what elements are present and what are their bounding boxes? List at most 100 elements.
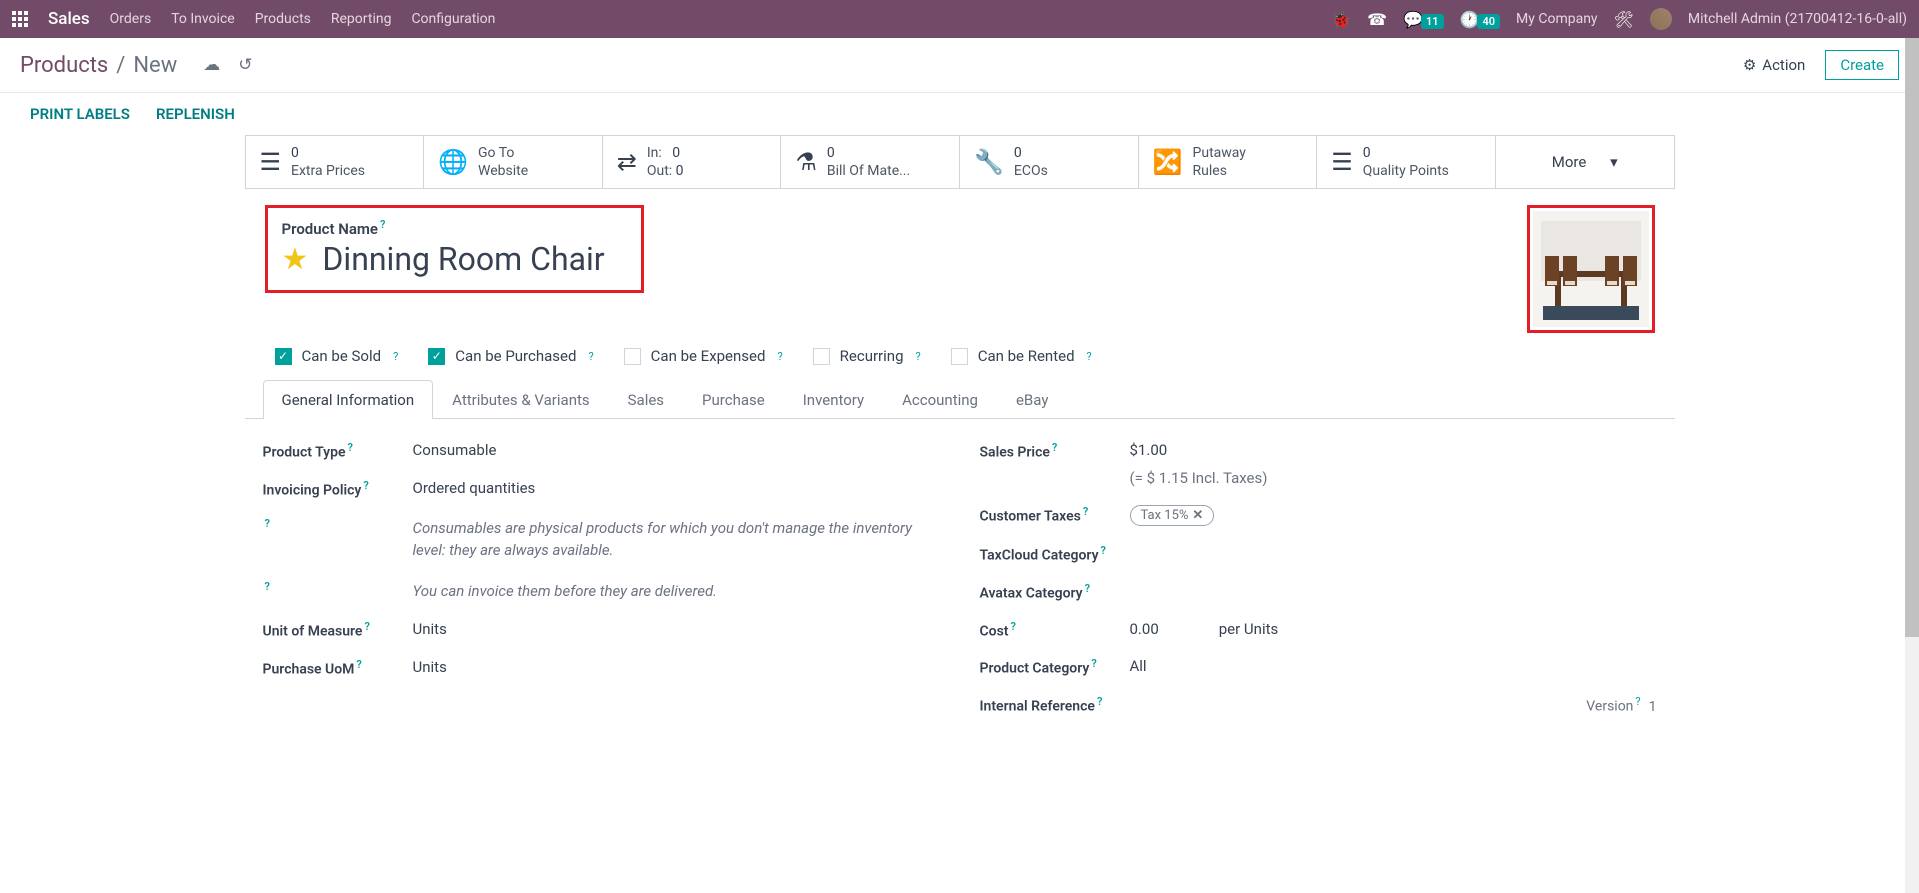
stat-more[interactable]: More ▾ [1496,136,1674,188]
support-icon[interactable]: ☎ [1367,10,1387,29]
label-uom: Unit of Measure? [263,620,413,640]
help-icon[interactable]: ? [1085,582,1090,595]
label-cost: Cost? [980,620,1130,640]
checkbox-can-be-rented[interactable]: Can be Rented? [951,347,1092,365]
help-icon[interactable]: ? [916,350,921,363]
nav-reporting[interactable]: Reporting [331,11,392,27]
product-image[interactable] [1533,211,1649,327]
caret-down-icon: ▾ [1610,153,1618,171]
stat-ecos[interactable]: 🔧 0ECOs [960,136,1139,188]
activities-badge: 40 [1477,14,1500,29]
scrollbar[interactable] [1905,38,1919,893]
note-invoice-before: You can invoice them before they are del… [413,580,940,603]
tab-purchase[interactable]: Purchase [683,380,784,419]
help-icon[interactable]: ? [1087,350,1092,363]
help-icon[interactable]: ? [1010,620,1015,633]
cloud-save-icon[interactable]: ☁ [203,55,220,75]
checkbox-can-be-sold[interactable]: ✓Can be Sold? [275,347,399,365]
messages-badge: 11 [1421,14,1444,29]
checkbox-can-be-expensed[interactable]: Can be Expensed? [624,347,783,365]
product-name-input[interactable]: Dinning Room Chair [322,240,604,278]
stat-extra-prices[interactable]: ☰ 0Extra Prices [246,136,425,188]
label-avatax: Avatax Category? [980,582,1130,602]
tools-icon[interactable]: 🛠 [1614,10,1634,29]
breadcrumb-sep: / [116,53,125,78]
tab-accounting[interactable]: Accounting [883,380,997,419]
navbar-brand[interactable]: Sales [48,9,90,29]
avatar[interactable] [1650,8,1672,30]
breadcrumb-current: New [133,53,177,78]
label-invoicing-policy: Invoicing Policy? [263,479,413,499]
field-category[interactable]: All [1130,657,1657,675]
tab-sales[interactable]: Sales [609,380,683,419]
help-icon[interactable]: ? [777,350,782,363]
apps-icon[interactable] [12,11,28,27]
help-icon[interactable]: ? [356,658,361,671]
remove-tag-icon[interactable]: ✕ [1192,508,1203,523]
favorite-star-icon[interactable]: ★ [282,242,309,277]
messages-icon[interactable]: 💬11 [1403,10,1444,29]
stat-putaway[interactable]: 🔀 PutawayRules [1139,136,1318,188]
help-icon[interactable]: ? [1083,505,1088,518]
field-product-type[interactable]: Consumable [413,441,940,459]
company-selector[interactable]: My Company [1516,11,1598,27]
create-button[interactable]: Create [1825,50,1899,80]
list-icon: ☰ [1331,148,1353,176]
stat-bom[interactable]: ⚗ 0Bill Of Mate... [781,136,960,188]
nav-orders[interactable]: Orders [110,11,152,27]
help-icon[interactable]: ? [364,620,369,633]
help-icon[interactable]: ? [393,350,398,363]
tab-attributes-variants[interactable]: Attributes & Variants [433,380,608,419]
debug-icon[interactable]: 🐞 [1331,10,1351,29]
tab-inventory[interactable]: Inventory [784,380,883,419]
scrollbar-thumb[interactable] [1905,38,1919,637]
field-sales-price[interactable]: $1.00 [1130,441,1657,459]
help-icon[interactable]: ? [588,350,593,363]
transfer-icon: ⇄ [617,148,637,176]
label-product-type: Product Type? [263,441,413,461]
help-icon[interactable]: ? [1091,657,1096,670]
nav-to-invoice[interactable]: To Invoice [171,11,235,27]
help-icon[interactable]: ? [1097,695,1102,708]
general-information-panel: Product Type? Consumable Invoicing Polic… [245,419,1675,736]
checkbox-icon: ✓ [275,348,292,365]
replenish-button[interactable]: REPLENISH [156,105,235,123]
help-icon[interactable]: ? [380,218,385,231]
help-icon[interactable]: ? [1635,695,1640,708]
shuffle-icon: 🔀 [1153,148,1183,176]
tab-ebay[interactable]: eBay [997,380,1067,419]
help-icon[interactable]: ? [1052,441,1057,454]
help-icon[interactable]: ? [1101,544,1106,557]
product-name-label: Product Name? [282,220,386,238]
help-icon[interactable]: ? [265,517,270,530]
tab-general-information[interactable]: General Information [263,380,434,419]
breadcrumb-products[interactable]: Products [20,53,108,78]
checkbox-can-be-purchased[interactable]: ✓Can be Purchased? [428,347,593,365]
nav-products[interactable]: Products [255,11,311,27]
help-icon[interactable]: ? [265,580,270,593]
field-purchase-uom[interactable]: Units [413,658,940,676]
checkbox-recurring[interactable]: Recurring? [813,347,921,365]
field-customer-taxes[interactable]: Tax 15% ✕ [1130,505,1657,526]
stat-in-out[interactable]: ⇄ In: 0 Out: 0 [603,136,782,188]
field-invoicing-policy[interactable]: Ordered quantities [413,479,940,497]
discard-icon[interactable]: ↺ [238,55,252,75]
activities-icon[interactable]: 🕐40 [1460,10,1501,29]
field-uom[interactable]: Units [413,620,940,638]
cost-per-unit: per Units [1219,620,1279,638]
stat-website[interactable]: 🌐 Go ToWebsite [424,136,603,188]
print-labels-button[interactable]: PRINT LABELS [30,105,130,123]
tax-tag[interactable]: Tax 15% ✕ [1130,505,1215,526]
gear-icon: ⚙ [1743,56,1756,74]
note-consumable: Consumables are physical products for wh… [413,517,940,562]
stat-row: ☰ 0Extra Prices 🌐 Go ToWebsite ⇄ In: 0 O… [245,135,1675,189]
action-dropdown[interactable]: ⚙ Action [1743,56,1805,74]
help-icon[interactable]: ? [348,441,353,454]
nav-configuration[interactable]: Configuration [411,11,495,27]
user-menu[interactable]: Mitchell Admin (21700412-16-0-all) [1688,11,1907,27]
help-icon[interactable]: ? [363,479,368,492]
field-cost[interactable]: 0.00 [1130,620,1159,638]
globe-icon: 🌐 [438,148,468,176]
label-internal-ref: Internal Reference? [980,695,1130,715]
stat-quality[interactable]: ☰ 0Quality Points [1317,136,1496,188]
